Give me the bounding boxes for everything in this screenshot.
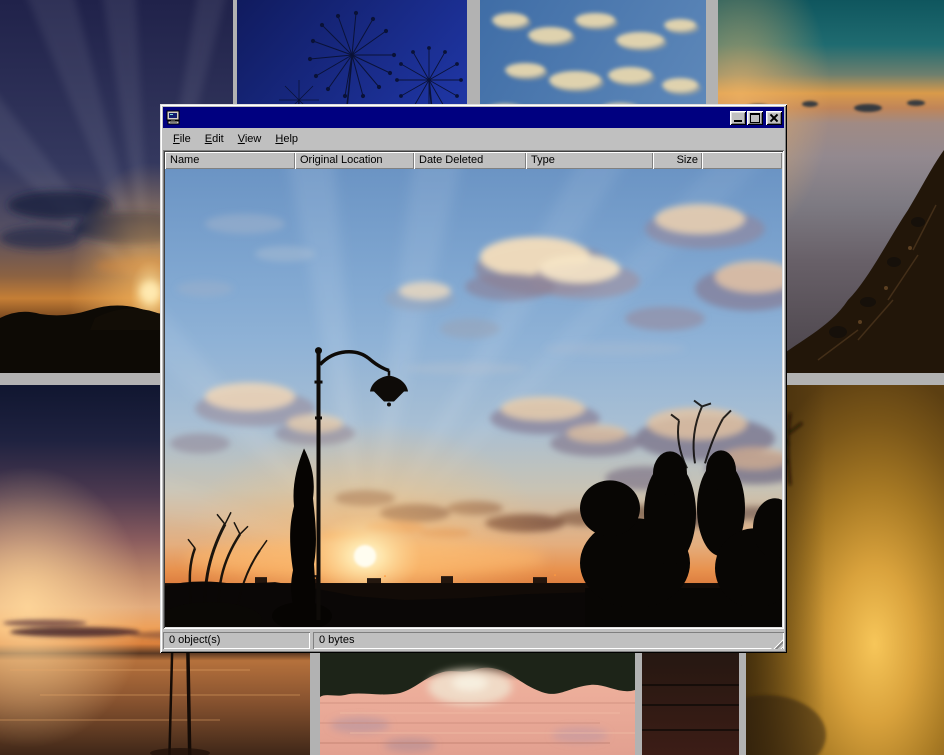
close-icon [769,113,779,122]
column-header-original-location[interactable]: Original Location [295,152,414,169]
list-client-area: Name Original Location Date Deleted Type… [163,150,784,629]
recycle-bin-background-photo: pino [165,169,782,627]
column-header-name[interactable]: Name [165,152,295,169]
desktop: { "colors": { "titlebar": "#000080", "wi… [0,0,944,755]
column-header-row: Name Original Location Date Deleted Type… [165,152,782,169]
list-view[interactable]: pino [165,169,782,627]
recycle-bin-window: File Edit View Help Name Original Locati… [160,104,787,653]
column-header-size[interactable]: Size [653,152,702,169]
computer-icon[interactable] [165,110,181,125]
column-header-date-deleted[interactable]: Date Deleted [414,152,526,169]
menu-bar: File Edit View Help [163,128,784,150]
maximize-icon [750,113,760,123]
status-object-count: 0 object(s) [163,632,310,649]
window-title-text[interactable] [184,108,729,127]
menu-item-edit[interactable]: Edit [198,131,231,147]
column-header-filler [702,152,782,169]
maximize-button[interactable] [747,111,763,125]
column-header-type[interactable]: Type [526,152,653,169]
window-title-bar[interactable] [163,107,784,128]
minimize-button[interactable] [730,111,746,125]
status-size-total: 0 bytes [313,632,784,649]
menu-item-help[interactable]: Help [268,131,305,147]
menu-item-file[interactable]: File [166,131,198,147]
minimize-icon [734,120,742,122]
menu-item-view[interactable]: View [231,131,269,147]
close-button[interactable] [766,111,782,125]
status-bar: 0 object(s) 0 bytes [163,631,784,650]
